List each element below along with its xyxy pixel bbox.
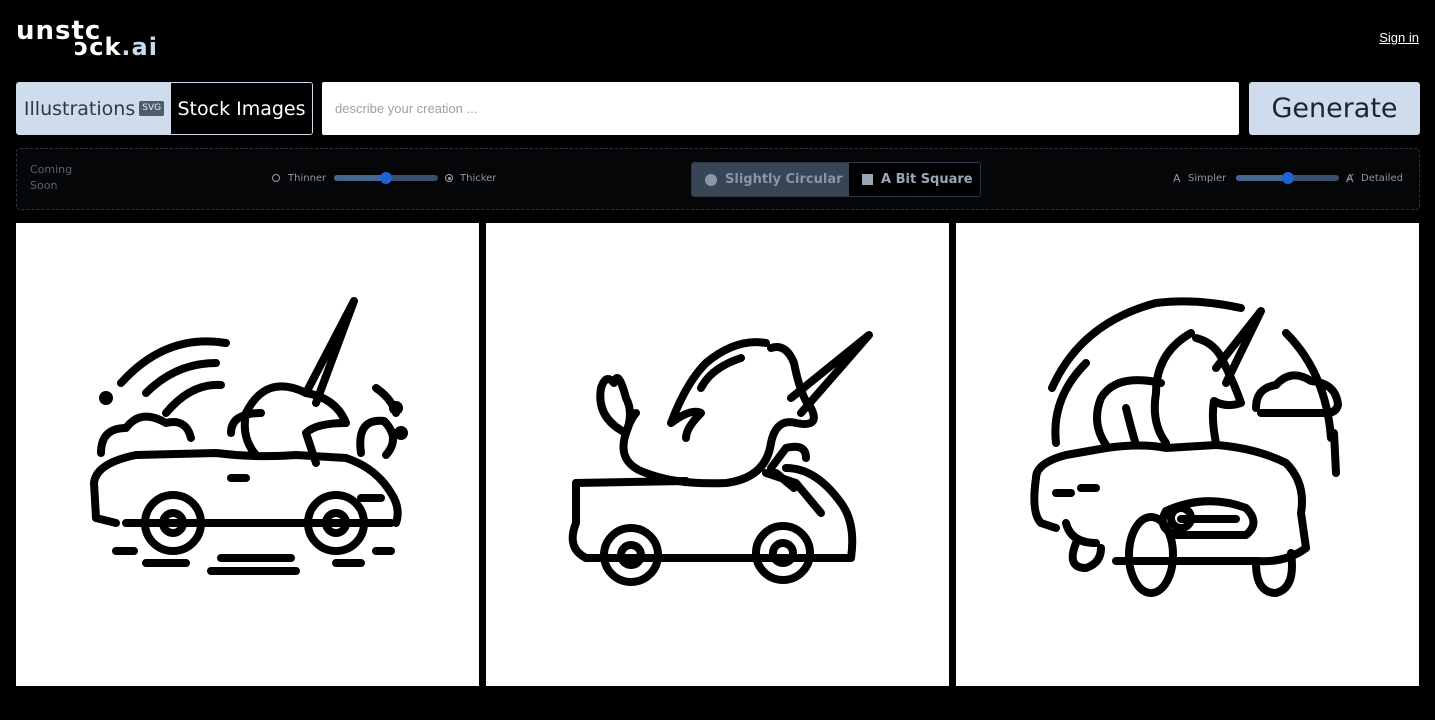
generate-button[interactable]: Generate [1249, 82, 1420, 135]
stroke-slider-fill [334, 175, 386, 181]
detail-slider-fill [1236, 175, 1288, 181]
detail-slider-handle[interactable] [1281, 172, 1294, 184]
shape-option-circular[interactable]: Slightly Circular [692, 163, 849, 196]
coming-soon-text: Coming Soon [30, 162, 72, 194]
tab-stock-images[interactable]: Stock Images [171, 83, 312, 134]
logo-line-2b: .ai [121, 33, 158, 61]
thin-circle-icon [272, 174, 280, 182]
tab-stock-images-label: Stock Images [177, 97, 306, 120]
shape-option-square-label: A Bit Square [881, 172, 973, 187]
prompt-input[interactable] [322, 82, 1239, 135]
coming-soon-line-1: Coming [30, 163, 73, 176]
result-image-3[interactable] [956, 223, 1419, 686]
logo-line-2a: ɔck [74, 33, 122, 61]
svg-badge: SVG [139, 101, 165, 116]
simple-a-icon: A [1173, 172, 1181, 185]
result-image-2[interactable] [486, 223, 949, 686]
stroke-min-label: Thinner [288, 173, 327, 184]
square-icon [862, 174, 873, 185]
options-bar: Coming Soon Thinner Thicker Slightly Cir… [16, 148, 1420, 210]
detail-slider[interactable] [1236, 172, 1339, 184]
detailed-a-icon: Ⱥ [1346, 172, 1354, 185]
result-image-1[interactable] [16, 223, 479, 686]
stroke-max-label: Thicker [460, 173, 497, 184]
sign-in-link[interactable]: Sign in [1379, 30, 1419, 45]
logo[interactable]: unstc ɔck.ai [16, 18, 186, 59]
unicorn-convertible-car-icon [90, 297, 408, 575]
detail-max-label: Detailed [1361, 173, 1403, 184]
shape-option-square[interactable]: A Bit Square [849, 163, 980, 196]
coming-soon-line-2: Soon [30, 179, 58, 192]
detail-min-label: Simpler [1188, 173, 1227, 184]
shape-toggle: Slightly Circular A Bit Square [691, 162, 981, 197]
stroke-slider-handle[interactable] [380, 172, 392, 184]
unicorn-riding-car-icon [568, 331, 873, 586]
thick-circle-icon [445, 174, 453, 182]
logo-line-2: ɔck.ai [74, 35, 158, 59]
stroke-slider[interactable] [334, 172, 438, 184]
mode-tabs: Illustrations SVG Stock Images [16, 82, 313, 135]
unicorn-classic-car-icon [1030, 297, 1342, 597]
tab-illustrations[interactable]: Illustrations SVG [17, 83, 171, 134]
circle-icon [705, 173, 717, 186]
shape-option-circular-label: Slightly Circular [725, 172, 843, 187]
tab-illustrations-label: Illustrations [23, 97, 136, 120]
